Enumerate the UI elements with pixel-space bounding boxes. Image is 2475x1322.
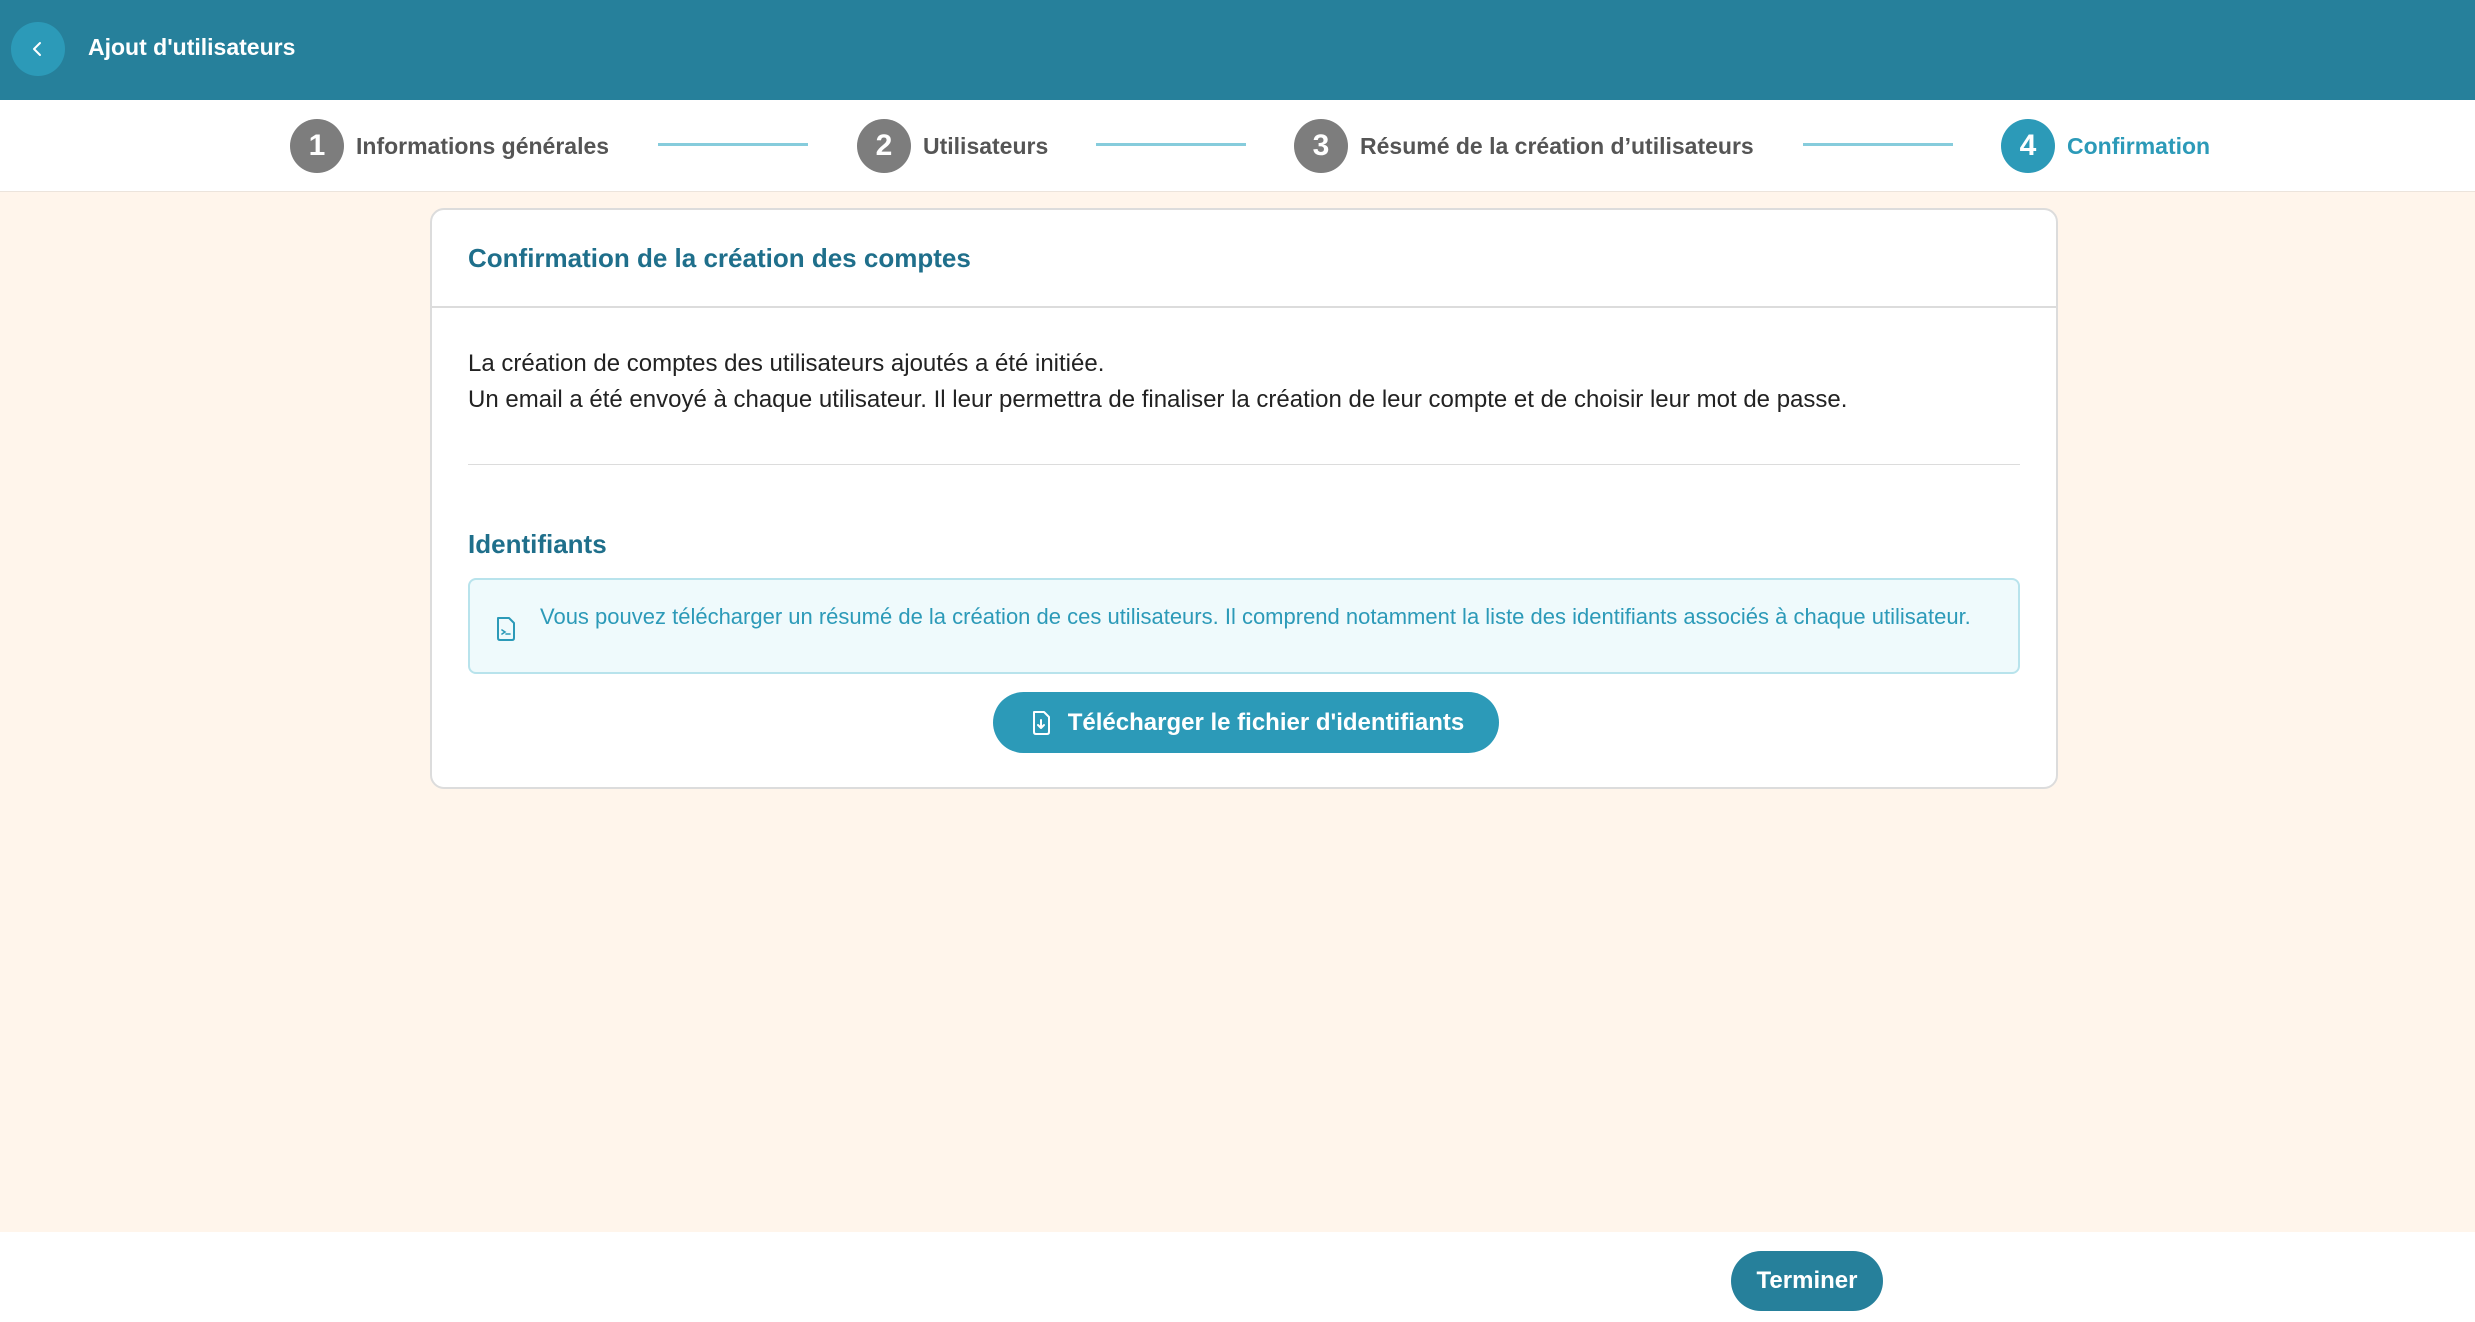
step-label: Informations générales: [356, 132, 610, 159]
page-title: Ajout d'utilisateurs: [88, 34, 296, 60]
info-text: Vous pouvez télécharger un résumé de la …: [540, 604, 1971, 629]
card-body: La création de comptes des utilisateurs …: [432, 346, 2056, 674]
top-bar: Ajout d'utilisateurs: [0, 0, 2475, 100]
confirmation-card: Confirmation de la création des comptes …: [430, 208, 2058, 789]
step-number: 1: [290, 119, 344, 173]
message-line-1: La création de comptes des utilisateurs …: [468, 350, 1105, 377]
download-identifiers-button[interactable]: Télécharger le fichier d'identifiants: [993, 692, 1499, 753]
step-number: 3: [1294, 119, 1348, 173]
step-connector: [658, 143, 808, 146]
step-summary[interactable]: 3 Résumé de la création d’utilisateurs: [1294, 118, 1754, 174]
download-button-label: Télécharger le fichier d'identifiants: [1067, 708, 1465, 736]
info-banner: Vous pouvez télécharger un résumé de la …: [468, 578, 2020, 674]
identifiers-title: Identifiants: [468, 529, 607, 559]
download-file-icon: [1032, 710, 1050, 735]
confirmation-message: La création de comptes des utilisateurs …: [468, 346, 2020, 418]
footer-bar: Terminer: [0, 1232, 2475, 1322]
card-header: Confirmation de la création des comptes: [432, 210, 2056, 308]
step-connector: [1096, 143, 1246, 146]
stepper: 1 Informations générales 2 Utilisateurs …: [0, 100, 2475, 192]
step-label: Confirmation: [2067, 132, 2211, 159]
step-number: 2: [857, 119, 911, 173]
back-button[interactable]: [11, 22, 65, 76]
card-title: Confirmation de la création des comptes: [468, 242, 971, 273]
chevron-left-icon: [33, 42, 41, 56]
message-line-2: Un email a été envoyé à chaque utilisate…: [468, 386, 1848, 413]
step-connector: [1803, 143, 1953, 146]
divider: [468, 464, 2020, 465]
step-number: 4: [2001, 119, 2055, 173]
step-confirmation[interactable]: 4 Confirmation: [2001, 118, 2210, 174]
step-label: Résumé de la création d’utilisateurs: [1360, 132, 1754, 159]
step-users[interactable]: 2 Utilisateurs: [857, 118, 1048, 174]
document-icon: [497, 617, 515, 641]
step-general-info[interactable]: 1 Informations générales: [290, 118, 609, 174]
finish-button[interactable]: Terminer: [1731, 1251, 1883, 1311]
step-label: Utilisateurs: [923, 132, 1049, 159]
